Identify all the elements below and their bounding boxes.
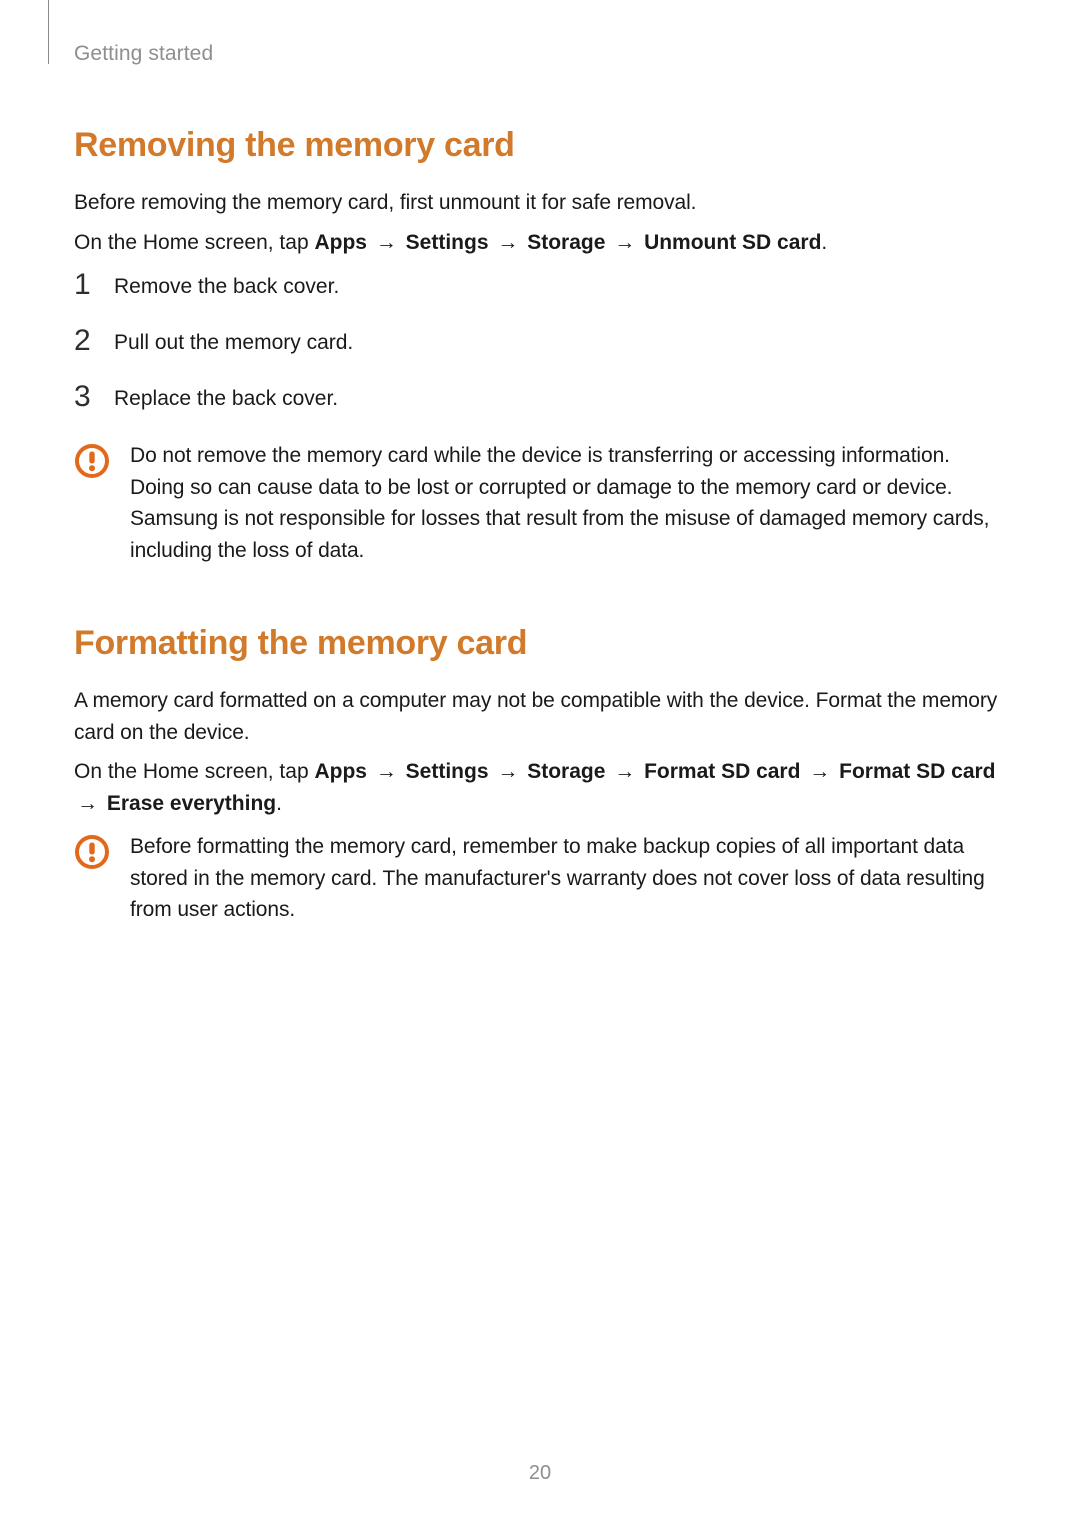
step-item: Remove the back cover. (74, 272, 1006, 302)
arrow-icon: → (74, 788, 101, 820)
nav-step: Settings (406, 231, 489, 254)
nav-step: Apps (314, 760, 367, 783)
section-title: Removing the memory card (74, 126, 1006, 165)
header-rule (48, 0, 49, 64)
section-formatting-memory-card: Formatting the memory card A memory card… (74, 624, 1006, 926)
nav-path: On the Home screen, tap Apps → Settings … (74, 756, 1006, 819)
arrow-icon: → (611, 227, 638, 259)
page-number: 20 (0, 1462, 1080, 1485)
step-item: Replace the back cover. (74, 384, 1006, 414)
caution-icon (74, 834, 110, 870)
nav-step: Unmount SD card (644, 231, 821, 254)
arrow-icon: → (373, 756, 400, 788)
section-title: Formatting the memory card (74, 624, 1006, 663)
intro-paragraph: A memory card formatted on a computer ma… (74, 685, 1006, 748)
nav-step: Apps (314, 231, 367, 254)
numbered-steps: Remove the back cover. Pull out the memo… (74, 272, 1006, 414)
caution-block: Before formatting the memory card, remem… (74, 831, 1006, 926)
arrow-icon: → (373, 227, 400, 259)
caution-icon (74, 443, 110, 479)
nav-step: Format SD card (839, 760, 995, 783)
section-removing-memory-card: Removing the memory card Before removing… (74, 126, 1006, 566)
nav-prefix: On the Home screen, tap (74, 231, 314, 254)
step-item: Pull out the memory card. (74, 328, 1006, 358)
nav-suffix: . (821, 231, 827, 254)
nav-step: Storage (527, 760, 605, 783)
document-page: Getting started Removing the memory card… (0, 0, 1080, 1527)
nav-step: Erase everything (107, 792, 276, 815)
running-head: Getting started (74, 42, 1006, 66)
caution-text: Before formatting the memory card, remem… (130, 831, 1006, 926)
arrow-icon: → (806, 756, 833, 788)
nav-step: Settings (406, 760, 489, 783)
nav-step: Storage (527, 231, 605, 254)
caution-block: Do not remove the memory card while the … (74, 440, 1006, 566)
nav-path: On the Home screen, tap Apps → Settings … (74, 227, 1006, 259)
arrow-icon: → (494, 227, 521, 259)
arrow-icon: → (611, 756, 638, 788)
caution-text: Do not remove the memory card while the … (130, 440, 1006, 566)
nav-step: Format SD card (644, 760, 800, 783)
nav-suffix: . (276, 792, 282, 815)
arrow-icon: → (494, 756, 521, 788)
nav-prefix: On the Home screen, tap (74, 760, 314, 783)
intro-paragraph: Before removing the memory card, first u… (74, 187, 1006, 219)
